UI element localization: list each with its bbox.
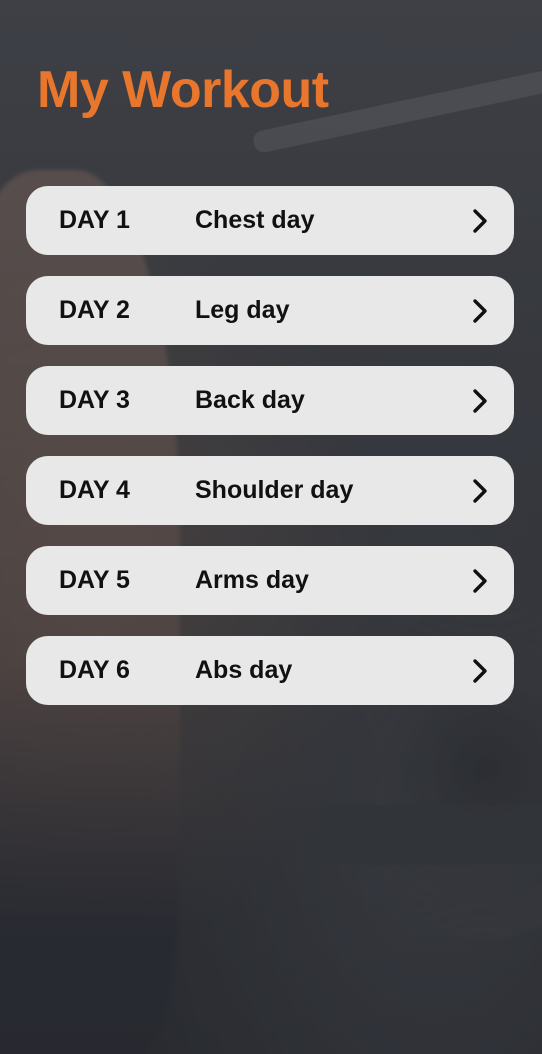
- day-card-6[interactable]: DAY 6 Abs day: [26, 636, 514, 705]
- day-number: DAY 3: [59, 386, 130, 414]
- chevron-right-icon: [470, 658, 490, 684]
- day-name: Arms day: [195, 566, 309, 594]
- day-card-3[interactable]: DAY 3 Back day: [26, 366, 514, 435]
- day-name: Back day: [195, 386, 305, 414]
- day-card-2[interactable]: DAY 2 Leg day: [26, 276, 514, 345]
- day-name: Leg day: [195, 296, 290, 324]
- chevron-right-icon: [470, 388, 490, 414]
- day-number: DAY 4: [59, 476, 130, 504]
- day-number: DAY 2: [59, 296, 130, 324]
- chevron-right-icon: [470, 568, 490, 594]
- chevron-right-icon: [470, 208, 490, 234]
- day-number: DAY 5: [59, 566, 130, 594]
- workout-day-list: DAY 1 Chest day DAY 2 Leg day DAY 3 Back…: [26, 186, 514, 705]
- chevron-right-icon: [470, 298, 490, 324]
- page-title: My Workout: [37, 61, 329, 119]
- day-name: Chest day: [195, 206, 315, 234]
- day-name: Abs day: [195, 656, 293, 684]
- day-card-1[interactable]: DAY 1 Chest day: [26, 186, 514, 255]
- day-number: DAY 1: [59, 206, 130, 234]
- day-card-5[interactable]: DAY 5 Arms day: [26, 546, 514, 615]
- chevron-right-icon: [470, 478, 490, 504]
- day-card-4[interactable]: DAY 4 Shoulder day: [26, 456, 514, 525]
- day-number: DAY 6: [59, 656, 130, 684]
- day-name: Shoulder day: [195, 476, 354, 504]
